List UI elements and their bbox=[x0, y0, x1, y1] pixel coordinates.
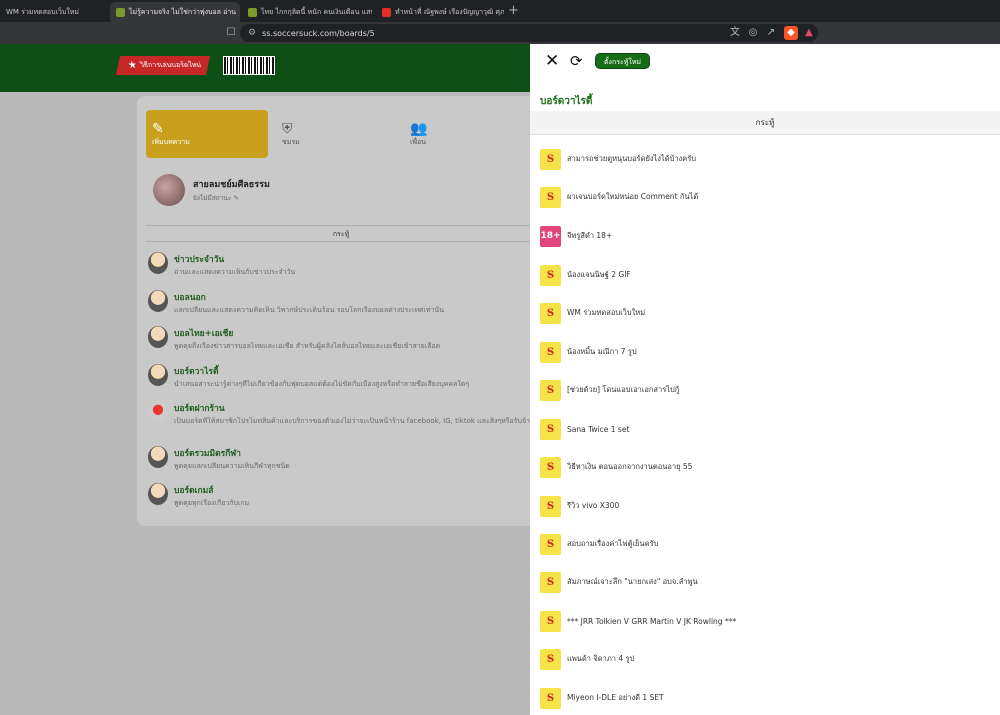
soccersuck-logo-icon: S bbox=[540, 495, 561, 517]
thread-row[interactable]: S [ช่วยด้วย] โดนแอบเอาเอกสารไปกู้ bbox=[540, 379, 990, 401]
board-item[interactable]: บอร์ดรวมมิตรกีฬา พูดคุยแลกเปลี่ยนความเห็น… bbox=[148, 446, 538, 471]
soccersuck-logo-icon: S bbox=[540, 456, 561, 478]
board-mascot-icon bbox=[148, 252, 168, 274]
board-mascot-icon bbox=[148, 290, 168, 312]
close-icon[interactable]: ✕ bbox=[545, 53, 559, 70]
site-logo[interactable] bbox=[223, 56, 275, 75]
panel-title: บอร์ดวาไรตี้ bbox=[540, 96, 593, 107]
soccersuck-logo-icon: S bbox=[540, 418, 561, 440]
soccersuck-logo-icon: S bbox=[540, 571, 561, 593]
browser-tab[interactable]: WM ร่วมทดสอบเว็บใหม่ bbox=[0, 2, 108, 22]
thread-row[interactable]: S น้องแจนนิษฐ์ 2 GIF bbox=[540, 264, 990, 286]
browser-tab-active[interactable]: ไม่รู้ความจริง ไม่ใช่กว่าพุ่งบอล อ่าน ✕ bbox=[110, 2, 240, 22]
url-text: ss.soccersuck.com/boards/5 bbox=[262, 28, 375, 38]
pencil-icon: ✎ bbox=[233, 194, 239, 202]
site-info-icon[interactable]: ⚙ bbox=[248, 28, 256, 38]
soccersuck-logo-icon: S bbox=[540, 264, 561, 286]
brave-shield-icon[interactable]: ◆ bbox=[784, 26, 798, 40]
new-thread-button[interactable]: ตั้งกระทู้ใหม่ bbox=[595, 53, 650, 69]
favicon-icon bbox=[248, 7, 257, 17]
soccersuck-logo-icon: S bbox=[540, 648, 561, 670]
thread-row[interactable]: S สามารถช่วยดูหนุนบอร์ดยังไงได้บ้างครับ bbox=[540, 148, 990, 170]
board-item[interactable]: บอลนอก แลกเปลี่ยนและแสดงความคิดเห็น วิพาก… bbox=[148, 290, 538, 315]
user-status: ยังไม่มีสถานะ ✎ bbox=[193, 194, 239, 202]
soccersuck-logo-icon: S bbox=[540, 687, 561, 709]
soccersuck-logo-icon: S bbox=[540, 302, 561, 324]
shopping-cart-icon bbox=[148, 401, 168, 423]
board-item[interactable]: บอร์ดเกมส์ พูดคุยทุกเรื่องเกี่ยวกับเกม bbox=[148, 483, 538, 508]
thread-row[interactable]: S Miyeon I-DLE อย่างดี 1 SET bbox=[540, 687, 990, 709]
club-icon: ⛨ bbox=[282, 120, 293, 137]
thread-row[interactable]: S Sana Twice 1 set bbox=[540, 418, 990, 440]
board-list-header: กระทู้ bbox=[146, 225, 536, 242]
thread-row[interactable]: S วิธีหาเงิน ตอนออกจากงานตอนอายุ 55 bbox=[540, 456, 990, 478]
friends-icon: 👥 bbox=[410, 120, 428, 137]
soccersuck-logo-icon: S bbox=[540, 610, 561, 632]
bookmark-icon[interactable]: ☐ bbox=[224, 26, 238, 40]
avatar bbox=[153, 174, 185, 206]
board-item[interactable]: บอร์ดวาไรตี้ นำเสนอสาระน่ารู้ต่างๆที่ไม่เ… bbox=[148, 364, 538, 389]
new-tab-button[interactable]: + bbox=[508, 3, 519, 18]
nav-friends[interactable]: 👥 เพื่อน bbox=[404, 110, 526, 158]
soccersuck-logo-icon: S bbox=[540, 148, 561, 170]
thread-row[interactable]: S รีวิว vivo X300 bbox=[540, 495, 990, 517]
thread-row[interactable]: S *** JRR Tolkien V GRR Martin V JK Rowli… bbox=[540, 610, 990, 632]
panel-toolbar: ✕ ⟳ ตั้งกระทู้ใหม่ bbox=[530, 44, 1000, 80]
nav-add-article[interactable]: ✎ เพิ่มบทความ bbox=[146, 110, 268, 158]
board-mascot-icon bbox=[148, 364, 168, 386]
soccersuck-logo-icon: S bbox=[540, 533, 561, 555]
soccersuck-logo-icon: S bbox=[540, 341, 561, 363]
thread-row[interactable]: S น้องหมิ้น มณีกา 7 รูป bbox=[540, 341, 990, 363]
thread-column-header: กระทู้ bbox=[530, 111, 1000, 135]
browser-tab-strip: WM ร่วมทดสอบเว็บใหม่ ไม่รู้ความจริง ไม่ใ… bbox=[0, 0, 1000, 22]
board-mascot-icon bbox=[148, 446, 168, 468]
board-item[interactable]: ข่าวประจำวัน อ่านและแสดงความเห็นกับข่าวปร… bbox=[148, 252, 538, 277]
board-item[interactable]: บอลไทย+เอเชีย พูดคุยถึงเรื่องข่าวสารบอลไท… bbox=[148, 326, 538, 351]
user-profile[interactable]: สายลมชย์มศีลธรรม ยังไม่มีสถานะ ✎ bbox=[153, 174, 270, 206]
soccersuck-logo-icon: S bbox=[540, 379, 561, 401]
favicon-icon bbox=[116, 7, 125, 17]
share-icon[interactable]: ↗ bbox=[764, 26, 778, 40]
browser-tab[interactable]: ไทย ไกกกุลิดนี้ หนัก คนเงินเดือน แสน เงิ… bbox=[242, 2, 372, 22]
tab-label: ไทย ไกกกุลิดนี้ หนัก คนเงินเดือน แสน เงิ… bbox=[261, 7, 372, 16]
tab-label: ไม่รู้ความจริง ไม่ใช่กว่าพุ่งบอล อ่าน bbox=[129, 7, 237, 16]
browser-tab[interactable]: ทำหน้าที่ ณัฐพงษ์ เรืองปัญญาวุฒิ ศุภ bbox=[376, 2, 504, 22]
tab-label: ทำหน้าที่ ณัฐพงษ์ เรืองปัญญาวุฒิ ศุภ bbox=[395, 7, 504, 16]
board-mascot-icon bbox=[148, 483, 168, 505]
thread-row[interactable]: S ผาเจนบอร์ดใหม่หน่อย Comment กันได้ bbox=[540, 186, 990, 208]
board-mascot-icon bbox=[148, 326, 168, 348]
translate-icon[interactable]: 文 bbox=[728, 26, 742, 40]
soccersuck-logo-icon: S bbox=[540, 186, 561, 208]
user-name: สายลมชย์มศีลธรรม bbox=[193, 180, 270, 190]
youtube-favicon-icon bbox=[382, 7, 391, 17]
reader-icon[interactable]: ◎ bbox=[746, 26, 760, 40]
edit-icon: ✎ bbox=[152, 120, 164, 137]
rewards-icon[interactable]: ▲ bbox=[802, 26, 816, 40]
star-icon: ★ bbox=[126, 60, 139, 71]
board-item[interactable]: บอร์ดฝากร้าน เป็นบอร์ดที่ให้สมาชิกโปรโมทส… bbox=[148, 401, 538, 426]
tab-label: WM ร่วมทดสอบเว็บใหม่ bbox=[6, 7, 79, 16]
promo-link[interactable]: ★ วิธีการเล่นบอร์ดใหม่ bbox=[115, 56, 211, 75]
thread-row[interactable]: S แพนด้า จิดาภา 4 รูป bbox=[540, 648, 990, 670]
nav-clubs[interactable]: ⛨ ชมรม bbox=[276, 110, 398, 158]
browser-toolbar: ☐ ⚙ ss.soccersuck.com/boards/5 文 ◎ ↗ ◆ ▲ bbox=[0, 22, 1000, 44]
board-side-panel: ✕ ⟳ ตั้งกระทู้ใหม่ บอร์ดวาไรตี้ กระทู้ S… bbox=[530, 44, 1000, 715]
refresh-icon[interactable]: ⟳ bbox=[570, 52, 583, 70]
adult-18-icon: 18+ bbox=[540, 225, 561, 247]
thread-row[interactable]: 18+ จีทรูสีดำ 18+ bbox=[540, 225, 990, 247]
thread-row[interactable]: S สัมภาษณ์เจาะลึก "นายกเสง" อบจ.ลำพูน bbox=[540, 571, 990, 593]
thread-row[interactable]: S สอบถามเรื่องค่าไฟตู้เย็นครับ bbox=[540, 533, 990, 555]
thread-row[interactable]: S WM ร่วมทดสอบเว็บใหม่ bbox=[540, 302, 990, 324]
